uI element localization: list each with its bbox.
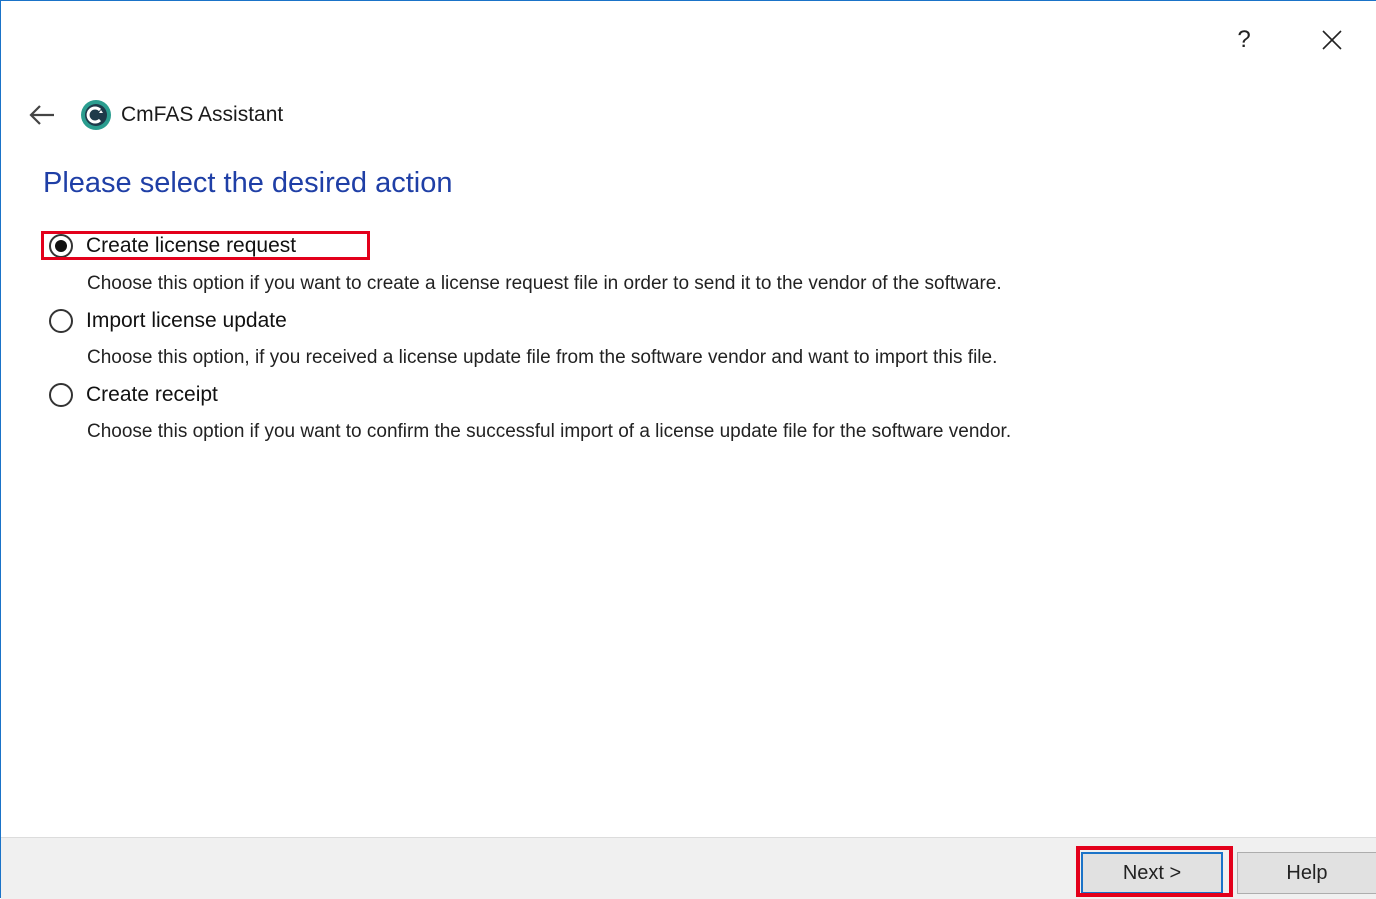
option-description: Choose this option, if you received a li… — [87, 347, 998, 368]
option-label: Create license request — [86, 234, 297, 257]
radio-create-license-request[interactable]: Create license request — [49, 234, 296, 258]
page-title: Please select the desired action — [43, 167, 453, 199]
radio-button[interactable] — [49, 383, 73, 407]
close-icon — [1322, 30, 1342, 50]
option-description: Choose this option if you want to create… — [87, 273, 1002, 294]
app-title: CmFAS Assistant — [121, 103, 284, 126]
title-bar-controls: ? — [1200, 15, 1376, 65]
radio-selected-dot — [55, 240, 67, 252]
close-button[interactable] — [1288, 16, 1376, 64]
assistant-window: ? CmFAS Assistant Please select the desi… — [0, 0, 1376, 899]
assistant-header: CmFAS Assistant — [25, 93, 283, 137]
option-label: Create receipt — [86, 383, 218, 406]
back-arrow-icon — [29, 105, 54, 125]
back-button[interactable] — [25, 98, 59, 132]
next-button[interactable]: Next > — [1081, 852, 1223, 894]
radio-import-license-update[interactable]: Import license update — [49, 309, 287, 333]
help-button[interactable]: Help — [1237, 852, 1376, 894]
footer-bar: Next > Help — [1, 837, 1376, 899]
radio-button[interactable] — [49, 234, 73, 258]
option-label: Import license update — [86, 309, 287, 332]
radio-button[interactable] — [49, 309, 73, 333]
help-title-button[interactable]: ? — [1200, 16, 1288, 64]
cmfas-logo-icon — [79, 98, 113, 132]
radio-create-receipt[interactable]: Create receipt — [49, 383, 218, 407]
option-description: Choose this option if you want to confir… — [87, 421, 1012, 442]
